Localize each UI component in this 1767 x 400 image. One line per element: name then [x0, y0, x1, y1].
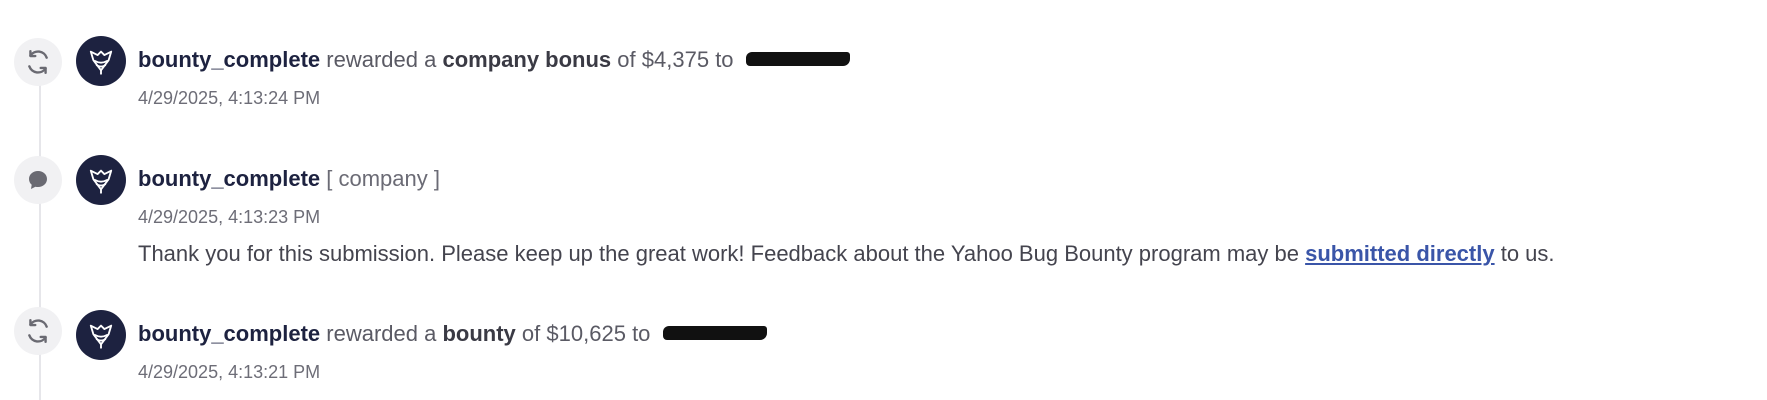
entry-headline: bounty_complete rewarded a bounty of $10…: [138, 320, 767, 348]
bee-logo-icon: [89, 324, 113, 349]
message-text: Thank you for this submission. Please ke…: [138, 241, 1299, 266]
entry-timestamp: 4/29/2025, 4:13:24 PM: [138, 88, 321, 108]
entry-timestamp: 4/29/2025, 4:13:21 PM: [138, 362, 321, 382]
of-text: of: [617, 47, 636, 72]
to-text: to: [715, 47, 734, 72]
submitted-directly-link[interactable]: submitted directly: [1305, 241, 1494, 266]
to-text: to: [632, 321, 651, 346]
entry-headline: bounty_complete rewarded a company bonus…: [138, 46, 850, 74]
message-text-end: to us.: [1500, 241, 1555, 266]
redacted-recipient: [745, 52, 850, 67]
entry-headline: bounty_complete [ company ]: [138, 165, 440, 193]
refresh-icon: [14, 38, 62, 86]
comment-icon: [14, 156, 62, 204]
of-text: of: [521, 321, 541, 346]
activity-timeline: bounty_complete rewarded a company bonus…: [0, 0, 1767, 400]
username-link[interactable]: bounty_complete: [138, 321, 320, 346]
reward-amount: $4,375: [641, 47, 710, 72]
reward-type: bounty: [442, 321, 516, 346]
reward-type: company bonus: [442, 47, 612, 72]
entry-timestamp: 4/29/2025, 4:13:23 PM: [138, 207, 321, 227]
avatar[interactable]: [76, 310, 126, 360]
username-link[interactable]: bounty_complete: [138, 47, 320, 72]
reward-amount: $10,625: [546, 321, 626, 346]
avatar[interactable]: [76, 155, 126, 205]
role-tag: [ company ]: [326, 166, 440, 191]
username-link[interactable]: bounty_complete: [138, 166, 320, 191]
action-text: rewarded a: [326, 321, 437, 346]
redacted-recipient: [662, 326, 767, 341]
action-text: rewarded a: [326, 47, 437, 72]
bee-logo-icon: [89, 50, 113, 75]
bee-logo-icon: [89, 169, 113, 194]
comment-message: Thank you for this submission. Please ke…: [138, 240, 1555, 268]
avatar[interactable]: [76, 36, 126, 86]
refresh-icon: [14, 307, 62, 355]
